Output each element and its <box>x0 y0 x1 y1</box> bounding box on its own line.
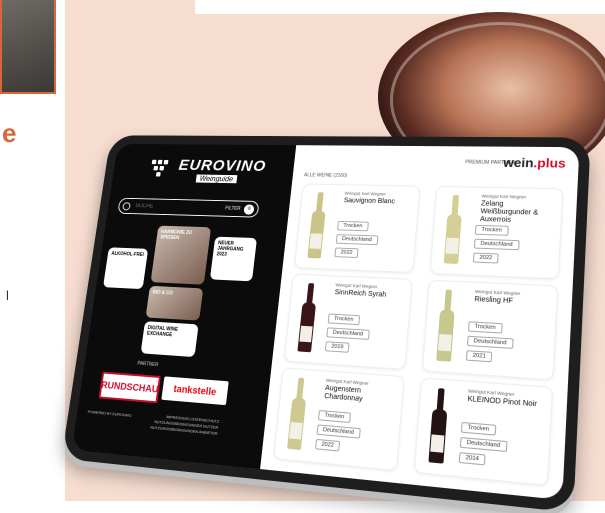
wine-name: Zelang Weißburgunder & Auxerrois <box>479 200 539 224</box>
wine-country-tag: Deutschland <box>466 335 514 349</box>
landscape-photo <box>0 0 56 94</box>
wine-bottle-image <box>297 283 318 353</box>
wine-year-tag: 2022 <box>472 252 499 264</box>
powered-by: POWERED BY EUROVINO <box>87 409 132 418</box>
search-bar[interactable]: FILTER ≡ <box>117 197 260 218</box>
category-label: NEUER JAHRGANG 2023 <box>216 240 244 258</box>
bottle-neck <box>436 388 445 412</box>
wine-style-tag: Trocken <box>474 224 509 236</box>
wine-name: Augenstern Chardonnay <box>323 384 363 404</box>
category-tile-new-vintage[interactable]: NEUER JAHRGANG 2023 <box>209 236 258 282</box>
top-card <box>195 0 605 14</box>
wine-year-tag: 2021 <box>465 350 493 363</box>
wine-bottle-image <box>428 388 449 464</box>
wine-style-tag: Trocken <box>317 409 351 423</box>
wine-bottle-image <box>443 194 464 264</box>
wine-country-tag: Deutschland <box>473 238 520 251</box>
bottle-neck <box>315 192 324 213</box>
partner-logo-tankstelle[interactable]: tankstelle <box>161 376 229 406</box>
wine-country-tag: Deutschland <box>326 327 370 340</box>
wine-card[interactable]: Weingut Karl Wegner Riesling HF Trocken Deu… <box>421 279 559 381</box>
brand-name: EUROVINO <box>177 156 268 175</box>
eurovino-logo[interactable]: EUROVINO Weinguide <box>149 156 268 184</box>
wine-year-tag: 2022 <box>314 438 341 452</box>
bottle-neck <box>306 283 315 305</box>
wine-card[interactable]: Weingut Karl Wegner Augenstern Chardonnay… <box>273 367 405 472</box>
wine-country-tag: Deutschland <box>335 234 379 246</box>
logo-part: .plus <box>533 155 567 171</box>
tablet-frame: EUROVINO Weinguide FILTER ≡ HARMONIE ZU … <box>61 135 591 513</box>
wine-country-tag: Deutschland <box>316 424 361 439</box>
category-tile-organic[interactable]: BIO & CO <box>145 285 204 321</box>
filter-icon[interactable]: ≡ <box>243 203 255 215</box>
bottle-label <box>299 325 313 343</box>
wine-name: SinnReich Syrah <box>334 289 387 299</box>
tablet-mockup: EUROVINO Weinguide FILTER ≡ HARMONIE ZU … <box>52 118 591 513</box>
wine-style-tag: Trocken <box>337 220 369 232</box>
wine-name: Riesling HF <box>474 295 514 306</box>
wine-bottle-image <box>287 377 308 451</box>
wine-producer: Weingut Karl Wegner <box>335 282 378 290</box>
wine-card[interactable]: Weingut Karl Wegner KLEINOD Pinot Noir Tro… <box>413 377 554 487</box>
category-label: ALKOHOL-FREI <box>110 251 145 258</box>
wine-producer: Weingut Karl Wegner <box>474 288 521 297</box>
bottle-label <box>289 422 303 440</box>
category-label: BIO & CO <box>152 289 174 297</box>
search-icon <box>122 201 131 210</box>
bottle-neck <box>444 289 453 313</box>
wine-bottle-image <box>436 289 456 362</box>
wine-grid: Weingut Karl Wegner Sauvignon Blanc Trocke… <box>273 145 579 487</box>
grape-icon <box>150 159 175 179</box>
category-tile-digital-wine-exchange[interactable]: DIGITAL WINE EXCHANGE <box>140 321 199 358</box>
bottle-neck <box>451 194 460 217</box>
bottle-label <box>309 233 323 249</box>
wine-style-tag: Trocken <box>460 421 496 436</box>
bottle-label <box>445 237 459 254</box>
filter-label: FILTER <box>224 205 241 212</box>
bottle-label <box>430 434 445 453</box>
wine-year-tag: 2019 <box>324 341 350 353</box>
wine-name: KLEINOD Pinot Noir <box>467 395 538 409</box>
logo-part: wein <box>502 155 534 171</box>
weinplus-logo[interactable]: wein.plus <box>503 155 566 170</box>
wine-card[interactable]: Weingut Karl Wegner SinnReich Syrah Trocke… <box>283 273 413 371</box>
brand-subtitle: Weinguide <box>195 174 238 184</box>
wine-country-tag: Deutschland <box>459 436 508 452</box>
wine-producer: Weingut Karl Wegner <box>344 190 387 197</box>
category-tile-alcohol-free[interactable]: ALKOHOL-FREI <box>102 247 149 290</box>
wine-year-tag: 2022 <box>334 247 359 259</box>
side-heading-fragment: e <box>2 118 17 148</box>
partner-logo-rundschau[interactable]: RUNDSCHAU <box>98 371 161 404</box>
category-label: HARMONIE ZU SPEISEN <box>159 229 193 241</box>
category-label: DIGITAL WINE EXCHANGE <box>146 325 179 339</box>
wine-card[interactable]: Weingut Karl Wegner Zelang Weißburgunder … <box>429 186 564 280</box>
wine-producer: Weingut Karl Wegner <box>481 193 527 200</box>
sidebar: EUROVINO Weinguide FILTER ≡ HARMONIE ZU … <box>71 143 297 470</box>
side-text-fragment: l <box>6 288 9 303</box>
wine-name: Sauvignon Blanc <box>343 197 396 206</box>
wine-style-tag: Trocken <box>467 321 503 334</box>
wine-bottle-image <box>307 192 327 259</box>
wine-style-tag: Trocken <box>327 313 360 326</box>
main-content: PREMIUM PARTNER wein.plus ALLE WEINE (21… <box>260 145 580 501</box>
search-input[interactable] <box>133 202 226 213</box>
bottle-label <box>438 334 452 352</box>
wine-count: ALLE WEINE (2160) <box>303 172 348 179</box>
wine-year-tag: 2014 <box>458 452 486 466</box>
partner-label: PARTNER <box>136 360 159 369</box>
footer-links: IMPRESSUM | DATENSCHUTZ NUTZUNGSBEDINGUN… <box>150 413 219 437</box>
category-tile-food-pairing[interactable]: HARMONIE ZU SPEISEN <box>150 225 212 285</box>
tablet-screen: EUROVINO Weinguide FILTER ≡ HARMONIE ZU … <box>71 143 580 501</box>
wine-card[interactable]: Weingut Karl Wegner Sauvignon Blanc Trocke… <box>293 183 421 274</box>
